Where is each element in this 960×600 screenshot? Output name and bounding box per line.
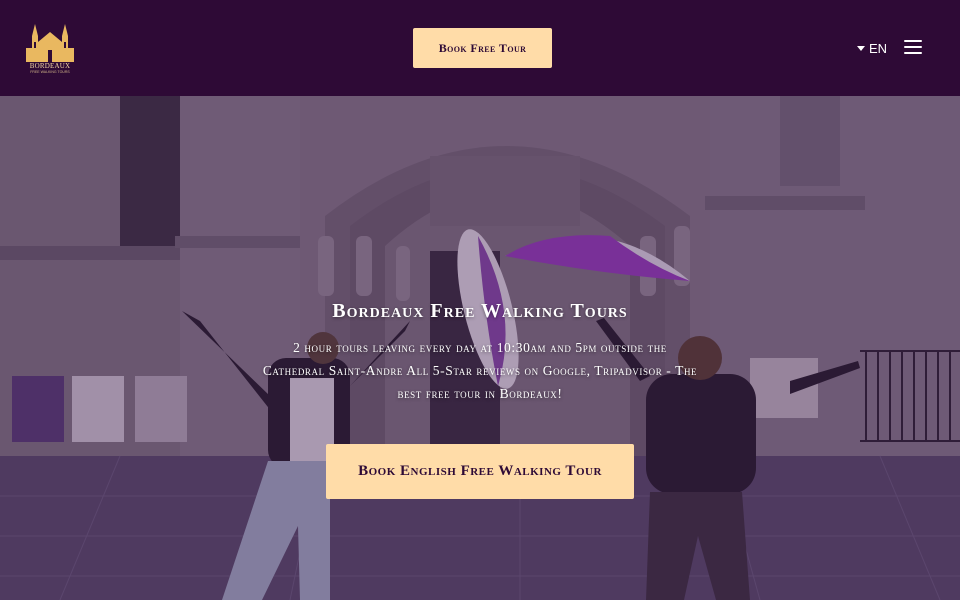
book-free-tour-button[interactable]: Book Free Tour <box>413 28 552 68</box>
site-header: BORDEAUX FREE WALKING TOURS Book Free To… <box>0 0 960 96</box>
cathedral-logo-icon <box>26 24 74 62</box>
hamburger-menu-icon[interactable] <box>904 38 924 56</box>
logo-text: BORDEAUX <box>29 62 71 70</box>
hero-title: Bordeaux Free Walking Tours <box>332 300 628 322</box>
language-selector[interactable]: EN <box>857 40 887 56</box>
site-logo[interactable]: BORDEAUX FREE WALKING TOURS <box>24 22 76 74</box>
caret-down-icon <box>857 45 865 51</box>
hero-subtitle: 2 hour tours leaving every day at 10:30a… <box>262 340 698 401</box>
book-english-tour-button[interactable]: Book English Free Walking Tour <box>326 444 634 499</box>
hero-section: Bordeaux Free Walking Tours 2 hour tours… <box>0 96 960 600</box>
logo-subtitle: FREE WALKING TOURS <box>30 70 70 74</box>
language-label: EN <box>869 40 888 56</box>
